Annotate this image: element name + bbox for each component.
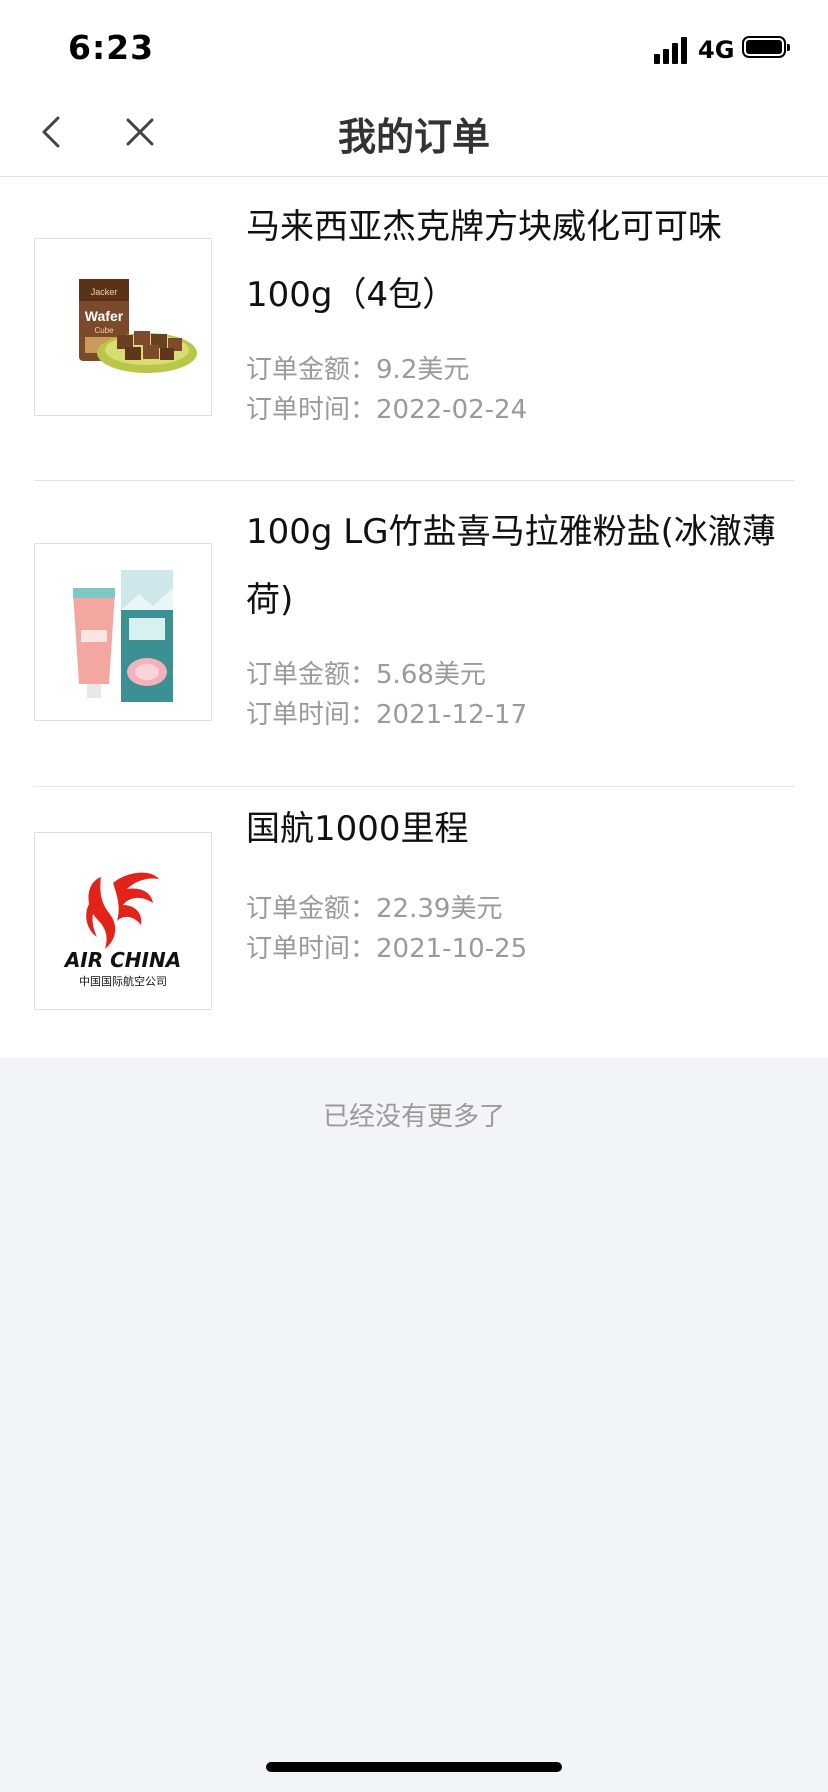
status-time: 6:23 <box>68 28 155 67</box>
order-item[interactable]: AIR CHINA 中国国际航空公司 国航1000里程 订单金额：22.39美元… <box>0 788 828 1058</box>
divider <box>34 786 794 787</box>
order-item[interactable]: 100g LG竹盐喜马拉雅粉盐(冰澈薄荷) 订单金额：5.68美元 订单时间：2… <box>0 482 828 786</box>
no-more-text: 已经没有更多了 <box>322 1102 505 1132</box>
order-item-name: 国航1000里程 <box>246 809 469 849</box>
battery-icon <box>742 36 790 58</box>
nav-bar: 我的订单 <box>0 88 828 177</box>
order-time: 订单时间：2022-02-24 <box>246 390 527 430</box>
order-time-label: 订单时间： <box>246 700 377 730</box>
order-time-label: 订单时间： <box>246 395 377 425</box>
order-amount-value: 9.2美元 <box>376 355 470 385</box>
order-amount-label: 订单金额： <box>246 894 377 924</box>
order-amount-label: 订单金额： <box>246 355 377 385</box>
divider <box>34 480 794 481</box>
wafer-product-thumbnail[interactable]: Jacker Wafer Cube <box>34 238 212 416</box>
air-china-cn-wordmark: 中国国际航空公司 <box>79 974 167 988</box>
order-time: 订单时间：2021-12-17 <box>246 695 527 735</box>
wafer-brand-text: Jacker <box>91 287 118 297</box>
order-time-value: 2022-02-24 <box>376 395 528 425</box>
toothpaste-product-thumbnail[interactable] <box>34 543 212 721</box>
order-item[interactable]: Jacker Wafer Cube 马来西亚杰克牌方块威化可可味100g（4包）… <box>0 177 828 481</box>
order-time-value: 2021-10-25 <box>376 934 528 964</box>
order-amount-value: 22.39美元 <box>376 894 503 924</box>
air-china-wordmark: AIR CHINA <box>63 948 181 972</box>
order-amount-value: 5.68美元 <box>376 660 486 690</box>
order-amount: 订单金额：9.2美元 <box>246 350 469 390</box>
air-china-logo-thumbnail[interactable]: AIR CHINA 中国国际航空公司 <box>34 832 212 1010</box>
order-time-value: 2021-12-17 <box>376 700 528 730</box>
order-item-name: 马来西亚杰克牌方块威化可可味100g（4包） <box>246 207 722 315</box>
wafer-product-text: Wafer <box>85 308 124 324</box>
order-list: Jacker Wafer Cube 马来西亚杰克牌方块威化可可味100g（4包）… <box>0 177 828 1058</box>
order-time-label: 订单时间： <box>246 934 377 964</box>
status-bar: 6:23 4G <box>0 0 828 88</box>
order-amount-label: 订单金额： <box>246 660 377 690</box>
order-time: 订单时间：2021-10-25 <box>246 929 527 969</box>
order-amount: 订单金额：22.39美元 <box>246 889 502 929</box>
signal-icon <box>654 36 690 64</box>
network-label: 4G <box>698 36 735 64</box>
order-item-name: 100g LG竹盐喜马拉雅粉盐(冰澈薄荷) <box>246 512 776 620</box>
page-title: 我的订单 <box>337 115 490 159</box>
home-indicator[interactable] <box>266 1762 562 1772</box>
order-amount: 订单金额：5.68美元 <box>246 655 486 695</box>
wafer-sub-text: Cube <box>94 326 114 335</box>
